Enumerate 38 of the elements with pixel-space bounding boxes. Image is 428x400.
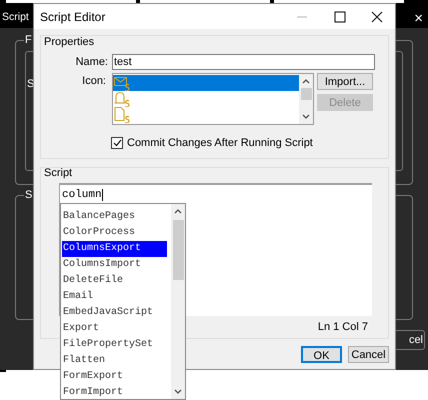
autocomplete-item[interactable]: FormExport	[62, 369, 167, 385]
window-title: Script	[2, 10, 29, 26]
envelope-icon	[114, 74, 131, 90]
autocomplete-item[interactable]: ColorProcess	[62, 225, 167, 241]
autocomplete-item[interactable]: DeleteFile	[62, 273, 167, 289]
close-icon[interactable]	[371, 10, 383, 22]
autocomplete-item[interactable]: FormImport	[62, 385, 167, 400]
name-label: Name:	[75, 55, 108, 70]
autocomplete-item[interactable]: BalancePages	[62, 209, 167, 225]
scrollbar[interactable]	[171, 204, 185, 399]
cancel-button[interactable]: Cancel	[348, 346, 389, 363]
icon-list-item[interactable]	[113, 74, 299, 90]
checkbox[interactable]	[111, 136, 123, 149]
cursor-position: Ln 1 Col 7	[318, 320, 368, 335]
autocomplete-item[interactable]: ColumnsImport	[62, 257, 167, 273]
autocomplete-item[interactable]: FilePropertySet	[62, 337, 167, 353]
code-text: column	[62, 189, 103, 201]
scroll-thumb[interactable]	[172, 220, 184, 280]
autocomplete-item[interactable]: Export	[62, 321, 167, 337]
maximize-icon[interactable]	[334, 10, 346, 22]
dialog-title: Script Editor	[40, 8, 106, 26]
group-label: Properties	[44, 35, 94, 50]
check-icon	[112, 138, 122, 147]
document-icon	[114, 106, 131, 122]
close-button[interactable]: ×	[414, 10, 423, 26]
scroll-thumb[interactable]	[300, 88, 312, 100]
name-field[interactable]: test	[112, 54, 375, 70]
checkbox-label: Commit Changes After Running Script	[127, 136, 313, 150]
icon-label: Icon:	[81, 74, 106, 88]
autocomplete-item[interactable]: ColumnsExport	[62, 241, 167, 257]
autocomplete-item[interactable]: Email	[62, 289, 167, 305]
import-button[interactable]: Import...	[317, 72, 373, 90]
ok-button[interactable]: OK	[301, 346, 342, 363]
icon-list-item[interactable]	[113, 90, 299, 106]
autocomplete-item[interactable]: Flatten	[62, 353, 167, 369]
group-label: Script	[44, 166, 72, 181]
bell-icon	[114, 90, 131, 106]
scrollbar[interactable]	[299, 74, 313, 124]
